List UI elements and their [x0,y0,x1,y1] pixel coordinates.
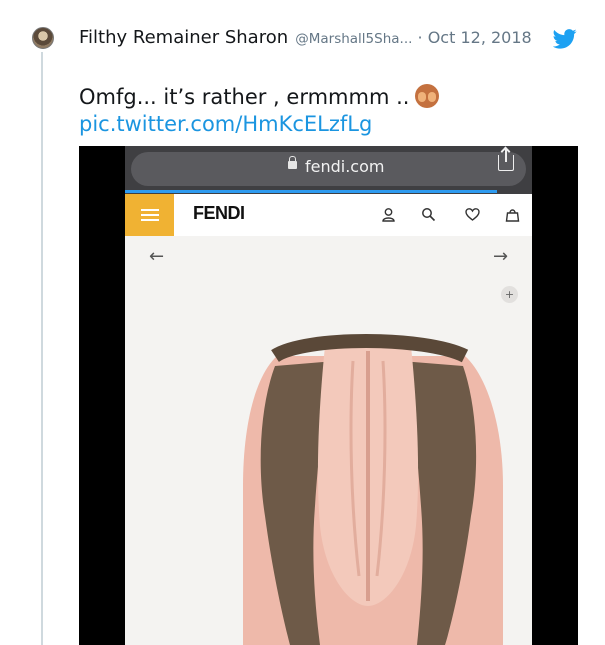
account-icon[interactable] [381,207,396,222]
url-domain: fendi.com [305,157,385,176]
tweet-header: Filthy Remainer Sharon @Marshall5Sha... … [79,27,532,48]
tweet-media-image[interactable]: fendi.com FENDI ← → + [79,146,578,645]
date-separator: · [417,28,423,47]
phone-screenshot: fendi.com FENDI ← → + [125,146,532,645]
search-icon[interactable] [421,207,436,222]
brand-logo[interactable]: FENDI [193,203,245,224]
share-icon[interactable] [498,149,514,171]
media-link[interactable]: pic.twitter.com/HmKcELzfLg [79,112,372,136]
thread-line [41,52,43,645]
back-arrow-icon[interactable]: ← [149,246,164,267]
tweet-text: Omfg... it’s rather , ermmmm .. [79,84,440,109]
shopping-bag-icon[interactable] [505,207,520,222]
twitter-bird-icon[interactable] [553,29,577,49]
page-load-progress [125,190,497,193]
tweet-date[interactable]: Oct 12, 2018 [428,28,532,47]
site-navbar: FENDI [125,194,532,236]
lock-icon [288,156,297,169]
hamburger-menu-button[interactable] [125,194,174,236]
see-no-evil-monkey-icon [415,84,440,108]
avatar[interactable] [32,27,54,49]
tweet-body: Omfg... it’s rather , ermmmm .. [79,85,410,109]
zoom-plus-button[interactable]: + [501,286,518,303]
forward-arrow-icon[interactable]: → [493,246,508,267]
heart-icon[interactable] [465,207,480,222]
author-name[interactable]: Filthy Remainer Sharon [79,27,288,48]
author-handle[interactable]: @Marshall5Sha... [295,31,412,47]
browser-address-bar: fendi.com [125,146,532,194]
